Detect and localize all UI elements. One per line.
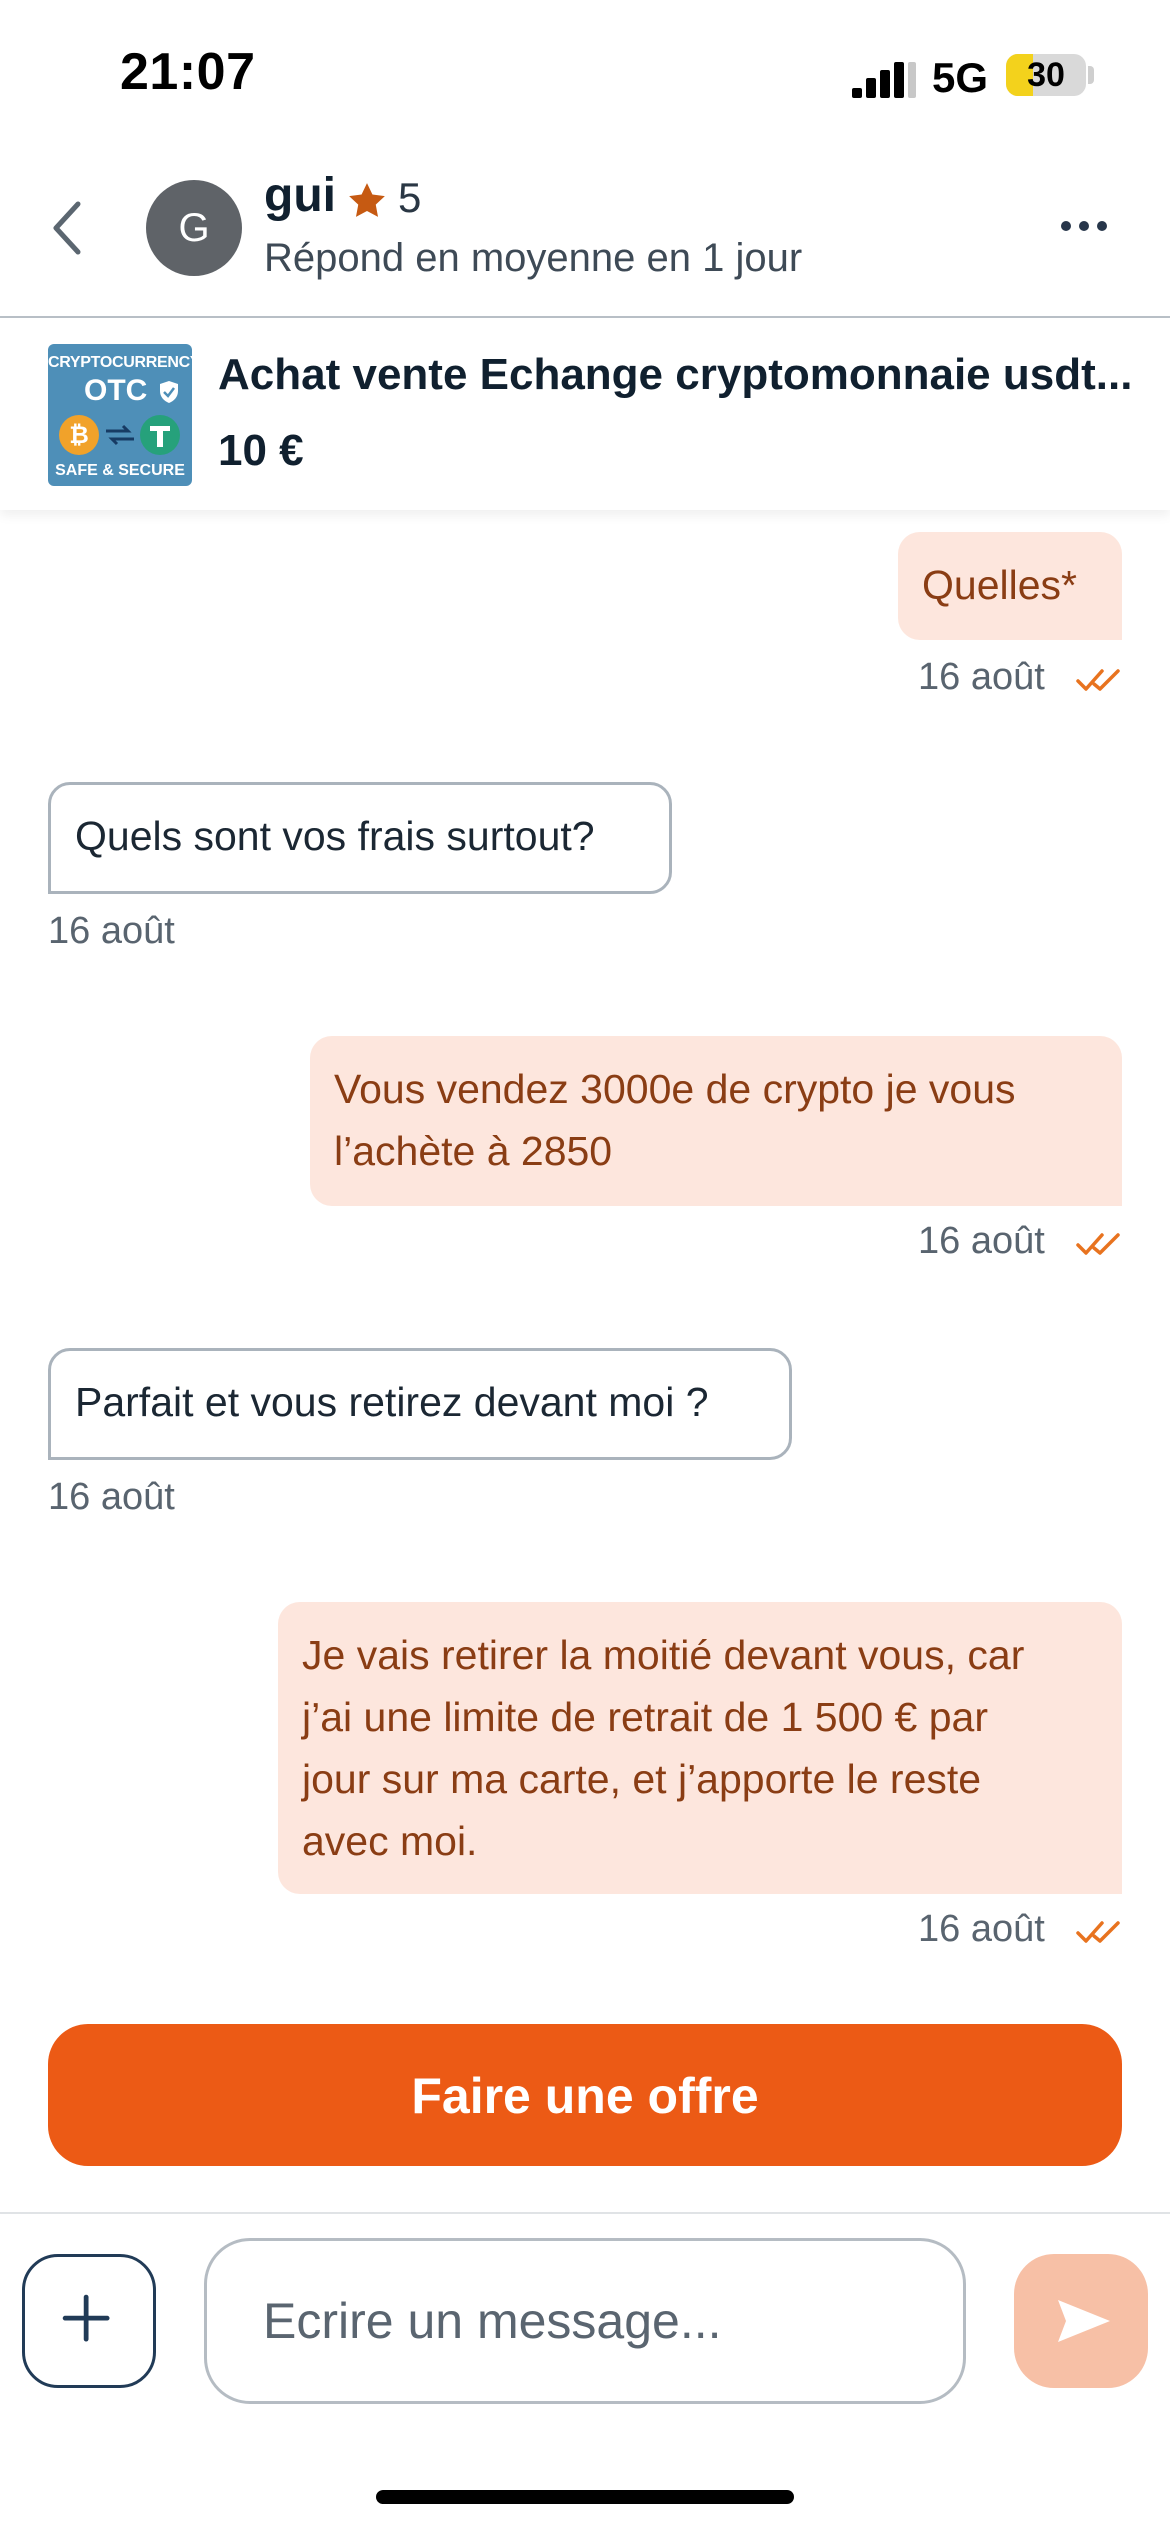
crypto-coins-icon: ₿ [59,415,180,455]
plus-icon [62,2294,110,2342]
thumb-line1: CRYPTOCURRENCY [48,354,192,371]
thumb-line3: SAFE & SECURE [55,462,185,479]
message-text-line: l’achète à 2850 [334,1128,613,1174]
home-indicator [376,2490,794,2504]
svg-text:₿: ₿ [69,422,89,449]
message-text-line: jour sur ma carte, et j’apporte le reste [302,1756,982,1802]
double-check-icon [1076,1921,1120,1943]
message-incoming[interactable]: Quels sont vos frais surtout? [48,782,672,894]
message-outgoing[interactable]: Vous vendez 3000e de crypto je vous l’ac… [310,1036,1122,1206]
signal-icon [852,62,916,98]
message-time: 16 août [48,1476,175,1518]
star-icon [349,183,385,217]
message-text-line: Vous vendez 3000e de crypto je vous [334,1066,1016,1112]
message-time: 16 août [918,1908,1045,1950]
message-text-line: avec moi. [302,1818,478,1864]
shield-icon [160,381,178,403]
rating-value: 5 [398,174,422,221]
listing-price: 10 € [218,426,304,475]
message-text-line: Je vais retirer la moitié devant vous, c… [302,1632,1025,1678]
message-time: 16 août [918,1220,1045,1262]
double-check-icon [1076,669,1120,691]
message-outgoing[interactable]: Quelles* [898,532,1122,640]
message-text: Quels sont vos frais surtout? [75,813,595,859]
network-type: 5G [932,54,989,101]
response-time: Répond en moyenne en 1 jour [264,236,803,280]
message-time: 16 août [918,656,1045,698]
contact-name[interactable]: gui [264,168,336,223]
thumb-line2: OTC [84,374,148,407]
composer-divider [0,2212,1170,2214]
battery-cap [1088,66,1094,84]
listing-title[interactable]: Achat vente Echange cryptomonnaie usdt..… [218,350,1132,400]
message-text: Quelles* [922,562,1077,608]
status-time: 21:07 [120,43,256,101]
avatar[interactable]: G [146,180,242,276]
message-outgoing[interactable]: Je vais retirer la moitié devant vous, c… [278,1602,1122,1894]
chevron-left-icon[interactable] [48,196,88,260]
send-icon [1058,2300,1110,2342]
message-incoming[interactable]: Parfait et vous retirez devant moi ? [48,1348,792,1460]
message-text: Parfait et vous retirez devant moi ? [75,1379,709,1425]
more-horizontal-icon[interactable] [1058,212,1110,240]
send-button[interactable] [1014,2254,1148,2388]
listing-thumbnail[interactable]: CRYPTOCURRENCY OTC ₿ SAFE & SECURE [48,344,192,486]
message-time: 16 août [48,910,175,952]
battery-level: 30 [1027,56,1065,94]
double-check-icon [1076,1233,1120,1255]
battery-icon: 30 [1006,54,1086,96]
message-text-line: j’ai une limite de retrait de 1 500 € pa… [302,1694,989,1740]
make-offer-button[interactable]: Faire une offre [48,2024,1122,2166]
message-input[interactable] [204,2238,966,2404]
add-attachment-button[interactable] [22,2254,156,2388]
